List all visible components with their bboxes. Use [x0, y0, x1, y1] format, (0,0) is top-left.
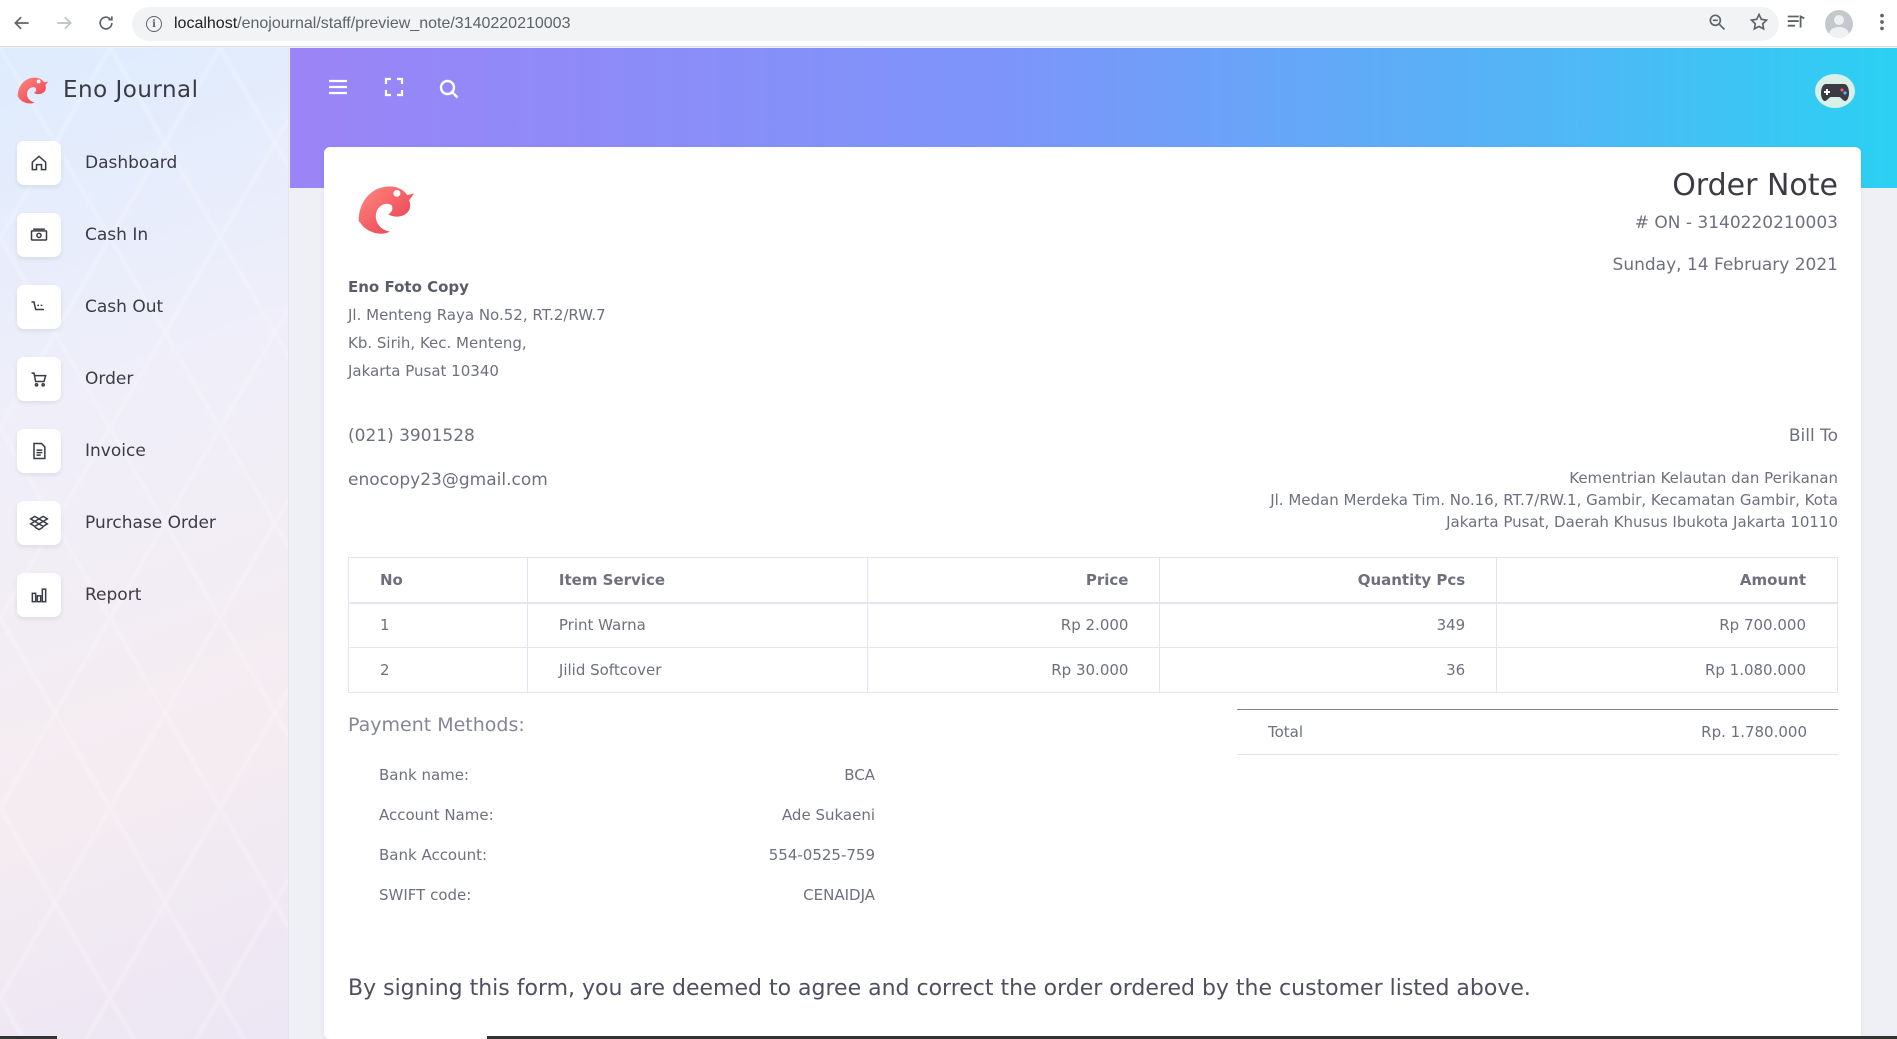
payment-value: Ade Sukaeni	[781, 806, 875, 824]
sidebar-item-label: Cash In	[85, 225, 149, 245]
sidebar: Eno Journal Dashboard Cash In Cash Out O…	[0, 48, 289, 1039]
payment-label: Account Name:	[379, 806, 494, 824]
payment-value: 554-0525-759	[768, 846, 875, 864]
page-title: Order Note	[1672, 168, 1838, 203]
chameleon-logo-icon	[17, 77, 49, 104]
fullscreen-icon[interactable]	[382, 75, 406, 103]
browser-toolbar: i localhost/enojournal/staff/preview_not…	[0, 0, 1897, 47]
items-table: No Item Service Price Quantity Pcs Amoun…	[348, 557, 1838, 693]
sidebar-item-invoice[interactable]: Invoice	[0, 415, 288, 487]
table-row: 1 Print Warna Rp 2.000 349 Rp 700.000	[348, 602, 1838, 648]
sidebar-item-label: Cash Out	[85, 297, 164, 317]
document-icon	[17, 429, 61, 473]
note-number: # ON - 3140220210003	[1634, 213, 1838, 233]
table-cell: Jilid Softcover	[526, 647, 868, 693]
forward-icon[interactable]	[44, 3, 84, 43]
table-cell: Rp 700.000	[1496, 602, 1838, 648]
sidebar-item-report[interactable]: Report	[0, 559, 288, 631]
money-icon	[17, 213, 61, 257]
payment-label: Bank Account:	[379, 846, 488, 864]
column-header: Price	[866, 557, 1161, 604]
column-header: Quantity Pcs	[1159, 557, 1498, 604]
bill-to-line: Jakarta Pusat, Daerah Khusus Ibukota Jak…	[1446, 513, 1838, 531]
profile-avatar-icon[interactable]	[1825, 9, 1853, 38]
payment-value: CENAIDJA	[803, 886, 875, 904]
payment-value: BCA	[844, 766, 875, 784]
site-info-icon[interactable]: i	[146, 16, 162, 32]
sidebar-item-dashboard[interactable]: Dashboard	[0, 127, 288, 199]
bill-to-line: Jl. Medan Merdeka Tim. No.16, RT.7/RW.1,…	[1270, 491, 1838, 509]
company-email: enocopy23@gmail.com	[348, 470, 548, 490]
payment-row: Bank name: BCA	[379, 766, 875, 784]
table-cell: 36	[1159, 647, 1498, 693]
company-name: Eno Foto Copy	[348, 278, 469, 296]
table-cell: 2	[348, 647, 528, 693]
payment-methods-title: Payment Methods:	[348, 714, 525, 736]
cart-out-icon	[17, 285, 61, 329]
cart-icon	[17, 357, 61, 401]
bookmark-star-icon[interactable]	[1749, 12, 1769, 36]
sidebar-item-label: Report	[85, 585, 142, 605]
sidebar-item-label: Dashboard	[85, 153, 178, 173]
address-bar[interactable]: i localhost/enojournal/staff/preview_not…	[132, 7, 1779, 41]
sidebar-item-label: Order	[85, 369, 134, 389]
total-row: Total Rp. 1.780.000	[1237, 709, 1838, 755]
table-cell: 349	[1159, 602, 1498, 648]
sidebar-item-cash-out[interactable]: Cash Out	[0, 271, 288, 343]
company-address-line: Jl. Menteng Raya No.52, RT.2/RW.7	[348, 306, 606, 324]
company-logo-icon	[358, 186, 415, 234]
brand[interactable]: Eno Journal	[0, 48, 288, 132]
more-menu-icon[interactable]	[1871, 11, 1893, 37]
gamepad-avatar-icon	[1821, 84, 1849, 101]
home-icon	[17, 141, 61, 185]
sidebar-item-order[interactable]: Order	[0, 343, 288, 415]
table-row: 2 Jilid Softcover Rp 30.000 36 Rp 1.080.…	[348, 647, 1838, 693]
order-note-card: Eno Foto Copy Jl. Menteng Raya No.52, RT…	[324, 147, 1861, 1039]
column-header: No	[348, 557, 528, 604]
table-cell: Rp 1.080.000	[1496, 647, 1838, 693]
payment-row: Account Name: Ade Sukaeni	[379, 806, 875, 824]
table-cell: Rp 2.000	[866, 602, 1161, 648]
back-icon[interactable]	[2, 3, 42, 43]
reload-icon[interactable]	[86, 3, 126, 43]
note-date: Sunday, 14 February 2021	[1612, 255, 1838, 275]
table-header-row: No Item Service Price Quantity Pcs Amoun…	[348, 557, 1838, 604]
media-queue-icon[interactable]	[1785, 11, 1807, 37]
user-avatar[interactable]	[1815, 74, 1855, 108]
column-header: Amount	[1496, 557, 1838, 604]
company-phone: (021) 3901528	[348, 426, 475, 446]
column-header: Item Service	[526, 557, 868, 604]
sidebar-item-label: Invoice	[85, 441, 146, 461]
bill-to-label: Bill To	[1788, 426, 1838, 446]
hamburger-menu-icon[interactable]	[326, 75, 350, 103]
total-label: Total	[1268, 723, 1304, 741]
payment-row: SWIFT code: CENAIDJA	[379, 886, 875, 904]
payment-row: Bank Account: 554-0525-759	[379, 846, 875, 864]
company-address-line: Jakarta Pusat 10340	[348, 362, 499, 380]
payment-label: Bank name:	[379, 766, 470, 784]
zoom-icon[interactable]	[1707, 12, 1727, 36]
total-value: Rp. 1.780.000	[1701, 723, 1807, 741]
app-name: Eno Journal	[63, 77, 199, 103]
payment-label: SWIFT code:	[379, 886, 472, 904]
sidebar-item-cash-in[interactable]: Cash In	[0, 199, 288, 271]
agreement-text: By signing this form, you are deemed to …	[348, 976, 1531, 1001]
bar-chart-icon	[17, 573, 61, 617]
table-cell: Print Warna	[526, 602, 868, 648]
search-icon[interactable]	[437, 77, 461, 105]
table-cell: 1	[348, 602, 528, 648]
sidebar-menu: Dashboard Cash In Cash Out Order Invoice…	[0, 127, 288, 631]
sidebar-item-purchase-order[interactable]: Purchase Order	[0, 487, 288, 559]
sidebar-item-label: Purchase Order	[85, 513, 216, 533]
company-address-line: Kb. Sirih, Kec. Menteng,	[348, 334, 527, 352]
table-cell: Rp 30.000	[866, 647, 1161, 693]
url-text[interactable]: localhost/enojournal/staff/preview_note/…	[174, 15, 570, 33]
bill-to-line: Kementrian Kelautan dan Perikanan	[1569, 469, 1838, 487]
dropbox-icon	[17, 501, 61, 545]
